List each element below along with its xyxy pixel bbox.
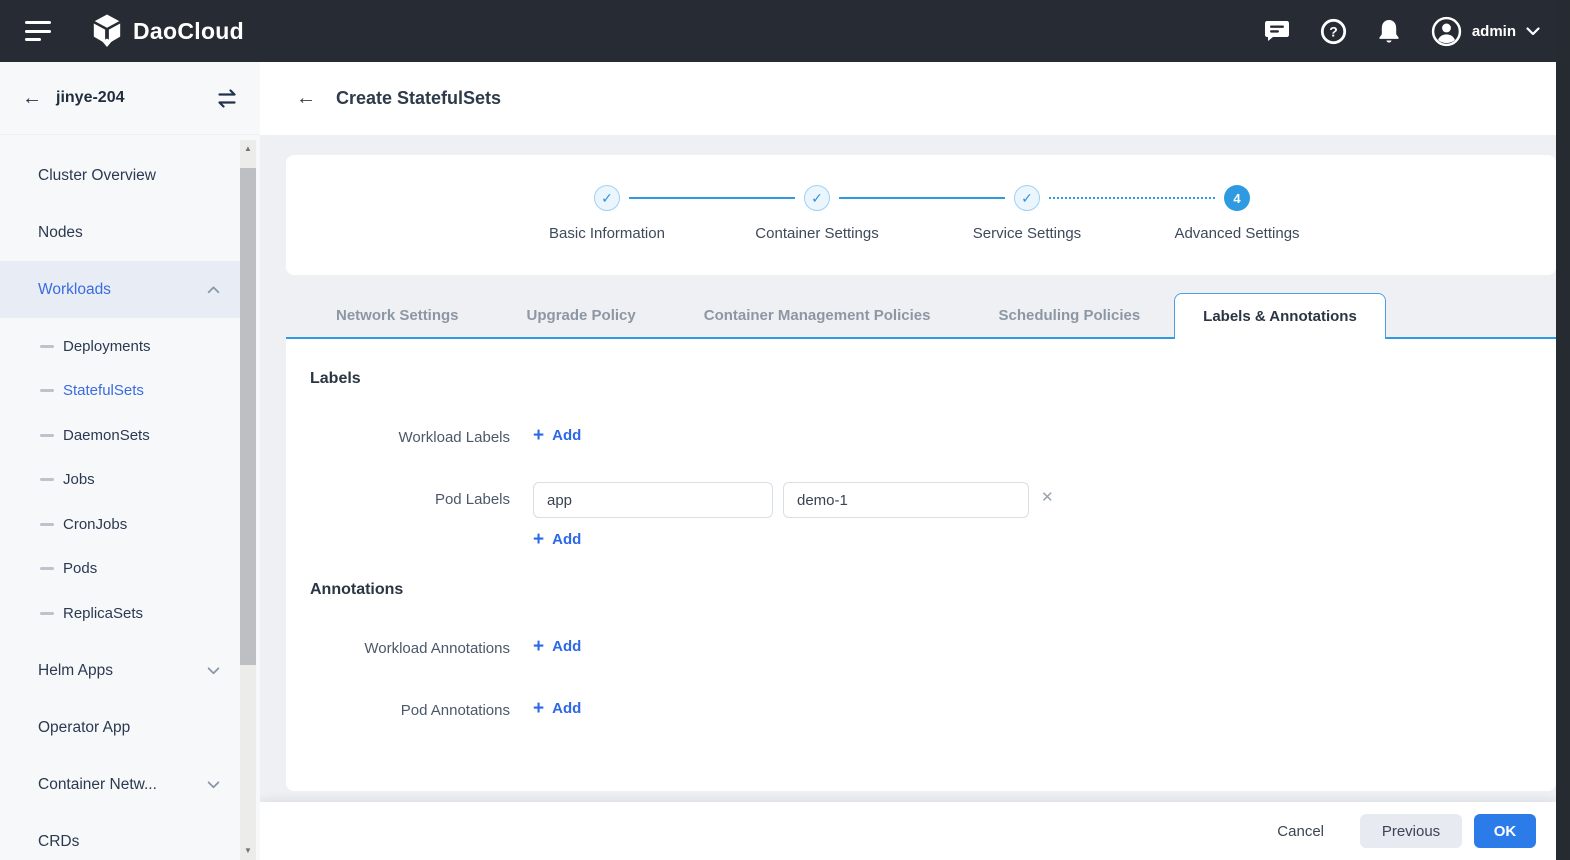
page-header: ← Create StatefulSets bbox=[260, 62, 1556, 135]
page-back-icon[interactable]: ← bbox=[296, 87, 316, 110]
step-service-settings[interactable]: ✓ Service Settings bbox=[937, 185, 1117, 242]
ok-button[interactable]: OK bbox=[1474, 814, 1536, 848]
add-pod-label-button[interactable]: + Add bbox=[533, 530, 581, 549]
pod-labels-label: Pod Labels bbox=[286, 491, 510, 508]
add-workload-label-button[interactable]: + Add bbox=[533, 426, 581, 445]
page-title: Create StatefulSets bbox=[336, 88, 501, 109]
step-check-icon: ✓ bbox=[594, 185, 620, 211]
sidebar-item-crds[interactable]: CRDs bbox=[0, 814, 240, 860]
switch-cluster-icon[interactable] bbox=[216, 89, 238, 108]
brand-logo: DaoCloud bbox=[91, 14, 244, 48]
user-menu[interactable]: admin bbox=[1431, 16, 1540, 47]
scroll-down-icon[interactable]: ▼ bbox=[240, 842, 256, 860]
stepper: ✓ Basic Information ✓ Container Settings… bbox=[286, 155, 1556, 275]
settings-tabs: Network Settings Upgrade Policy Containe… bbox=[286, 293, 1556, 339]
username: admin bbox=[1472, 23, 1516, 40]
sidebar-item-pods[interactable]: Pods bbox=[0, 547, 240, 592]
pod-label-key-input[interactable] bbox=[533, 482, 773, 518]
cancel-button[interactable]: Cancel bbox=[1273, 814, 1328, 848]
daocloud-cube-icon bbox=[91, 14, 123, 48]
sidebar-item-replicasets[interactable]: ReplicaSets bbox=[0, 591, 240, 636]
labels-section-heading: Labels bbox=[310, 370, 361, 388]
sidebar-item-cluster-overview[interactable]: Cluster Overview bbox=[0, 147, 240, 204]
plus-icon: + bbox=[533, 637, 544, 656]
dash-icon bbox=[40, 389, 54, 392]
add-workload-annotation-button[interactable]: + Add bbox=[533, 637, 581, 656]
chevron-down-icon bbox=[207, 667, 220, 675]
workload-labels-label: Workload Labels bbox=[286, 429, 510, 446]
sidebar-item-daemonsets[interactable]: DaemonSets bbox=[0, 413, 240, 458]
add-pod-annotation-button[interactable]: + Add bbox=[533, 699, 581, 718]
workloads-subgroup: Deployments StatefulSets DaemonSets Jobs… bbox=[0, 324, 260, 636]
sidebar-item-helm-apps[interactable]: Helm Apps bbox=[0, 643, 240, 700]
dash-icon bbox=[40, 612, 54, 615]
plus-icon: + bbox=[533, 699, 544, 718]
sidebar-item-jobs[interactable]: Jobs bbox=[0, 458, 240, 503]
step-check-icon: ✓ bbox=[804, 185, 830, 211]
previous-button[interactable]: Previous bbox=[1360, 814, 1462, 848]
remove-pod-label-icon[interactable]: ✕ bbox=[1041, 490, 1054, 505]
brand-name: DaoCloud bbox=[133, 18, 244, 45]
dash-icon bbox=[40, 478, 54, 481]
workload-annotations-label: Workload Annotations bbox=[286, 640, 510, 657]
step-basic-information[interactable]: ✓ Basic Information bbox=[517, 185, 697, 242]
annotations-section-heading: Annotations bbox=[310, 581, 403, 599]
sidebar-item-nodes[interactable]: Nodes bbox=[0, 204, 240, 261]
sidebar-header: ← jinye-204 bbox=[0, 62, 260, 135]
dash-icon bbox=[40, 434, 54, 437]
topbar: DaoCloud ? bbox=[0, 0, 1570, 62]
avatar bbox=[1431, 16, 1462, 47]
scrollbar-thumb[interactable] bbox=[240, 168, 256, 665]
sidebar-item-workloads[interactable]: Workloads bbox=[0, 261, 240, 318]
sidebar-item-operator-app[interactable]: Operator App bbox=[0, 700, 240, 757]
labels-annotations-form: Labels Workload Labels + Add Pod Labels … bbox=[286, 339, 1556, 791]
step-container-settings[interactable]: ✓ Container Settings bbox=[727, 185, 907, 242]
page-scrollbar[interactable] bbox=[1556, 0, 1570, 860]
tab-labels-annotations[interactable]: Labels & Annotations bbox=[1174, 293, 1386, 339]
sidebar-item-container-network[interactable]: Container Netw... bbox=[0, 757, 240, 814]
main-content: ✓ Basic Information ✓ Container Settings… bbox=[260, 135, 1556, 860]
plus-icon: + bbox=[533, 530, 544, 549]
chevron-down-icon bbox=[207, 781, 220, 789]
cluster-back-icon[interactable]: ← bbox=[22, 88, 42, 108]
step-check-icon: ✓ bbox=[1014, 185, 1040, 211]
sidebar-scrollbar[interactable]: ▲ ▼ bbox=[240, 140, 256, 860]
footer-action-bar: Cancel Previous OK bbox=[260, 802, 1556, 860]
hamburger-menu-icon[interactable] bbox=[25, 21, 51, 41]
sidebar-item-deployments[interactable]: Deployments bbox=[0, 324, 240, 369]
step-number: 4 bbox=[1224, 185, 1250, 211]
notifications-bell-icon[interactable] bbox=[1377, 18, 1401, 45]
tab-container-management-policies[interactable]: Container Management Policies bbox=[670, 293, 965, 339]
dash-icon bbox=[40, 523, 54, 526]
cluster-name: jinye-204 bbox=[56, 89, 124, 107]
tab-scheduling-policies[interactable]: Scheduling Policies bbox=[964, 293, 1174, 339]
sidebar-item-statefulsets[interactable]: StatefulSets bbox=[0, 369, 240, 414]
dash-icon bbox=[40, 567, 54, 570]
chevron-down-icon bbox=[1526, 27, 1540, 36]
sidebar: ← jinye-204 Cluster Overview Nodes Workl… bbox=[0, 62, 260, 860]
pod-label-value-input[interactable] bbox=[783, 482, 1029, 518]
scroll-up-icon[interactable]: ▲ bbox=[240, 140, 256, 158]
plus-icon: + bbox=[533, 426, 544, 445]
help-icon[interactable]: ? bbox=[1320, 18, 1347, 45]
tab-network-settings[interactable]: Network Settings bbox=[302, 293, 493, 339]
dash-icon bbox=[40, 345, 54, 348]
sidebar-item-cronjobs[interactable]: CronJobs bbox=[0, 502, 240, 547]
chevron-up-icon bbox=[207, 286, 220, 294]
sidebar-nav: Cluster Overview Nodes Workloads Deploym… bbox=[0, 135, 260, 860]
pod-annotations-label: Pod Annotations bbox=[286, 702, 510, 719]
svg-text:?: ? bbox=[1329, 23, 1338, 39]
messages-icon[interactable] bbox=[1264, 19, 1290, 43]
step-advanced-settings[interactable]: 4 Advanced Settings bbox=[1147, 185, 1327, 242]
tab-upgrade-policy[interactable]: Upgrade Policy bbox=[493, 293, 670, 339]
